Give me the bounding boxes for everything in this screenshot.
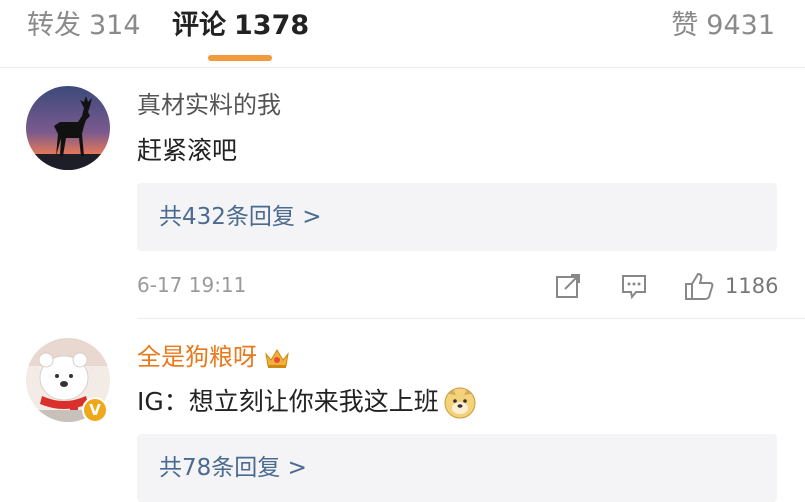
verified-v-icon: V xyxy=(82,397,108,423)
doge-emoji xyxy=(444,387,476,419)
reply-count-label: 共78条回复 > xyxy=(159,455,307,481)
comment-item: V 全是狗粮呀 IG：想立刻让你来我这上班 共78条回复 > xyxy=(0,325,805,502)
like-button[interactable]: 1186 xyxy=(683,271,778,301)
comment-text-content: IG：想立刻让你来我这上班 xyxy=(137,387,439,416)
tab-likes[interactable]: 赞 9431 xyxy=(671,8,775,44)
tab-comments-label: 评论 xyxy=(172,10,226,41)
tab-comments[interactable]: 评论 1378 xyxy=(172,8,309,44)
deer-silhouette-avatar[interactable] xyxy=(26,86,110,170)
tab-likes-count: 9431 xyxy=(706,10,775,41)
share-button[interactable] xyxy=(553,271,583,301)
tab-comments-count: 1378 xyxy=(234,10,310,41)
crown-icon xyxy=(265,349,289,368)
thumbs-up-icon xyxy=(685,272,714,300)
header-divider xyxy=(0,67,805,68)
comment-timestamp: 6-17 19:11 xyxy=(137,273,247,297)
comment-username[interactable]: 全是狗粮呀 xyxy=(137,342,291,372)
comment-divider xyxy=(137,318,805,319)
view-replies-button[interactable]: 共78条回复 > xyxy=(137,434,777,502)
reply-button[interactable] xyxy=(619,271,649,301)
reply-count-label: 共432条回复 > xyxy=(159,204,322,230)
tab-bar: 转发 314 评论 1378 赞 9431 xyxy=(0,0,805,66)
share-icon xyxy=(556,274,580,298)
view-replies-button[interactable]: 共432条回复 > xyxy=(137,183,777,251)
tab-repost-label: 转发 xyxy=(27,10,81,41)
tab-likes-label: 赞 xyxy=(671,10,699,41)
tab-repost[interactable]: 转发 314 xyxy=(27,8,141,44)
active-tab-indicator xyxy=(208,55,272,61)
comment-username[interactable]: 真材实料的我 xyxy=(137,90,281,120)
comment-item: 真材实料的我 赶紧滚吧 共432条回复 > 6-17 19:11 1186 xyxy=(0,82,805,322)
comment-text: IG：想立刻让你来我这上班 xyxy=(137,385,477,420)
like-count: 1186 xyxy=(725,274,779,298)
comment-bubble-icon xyxy=(622,275,646,300)
comment-meta: 6-17 19:11 1186 xyxy=(137,271,778,301)
comment-text: 赶紧滚吧 xyxy=(137,136,238,165)
comment-username-text: 全是狗粮呀 xyxy=(137,343,257,371)
tab-repost-count: 314 xyxy=(89,10,141,41)
